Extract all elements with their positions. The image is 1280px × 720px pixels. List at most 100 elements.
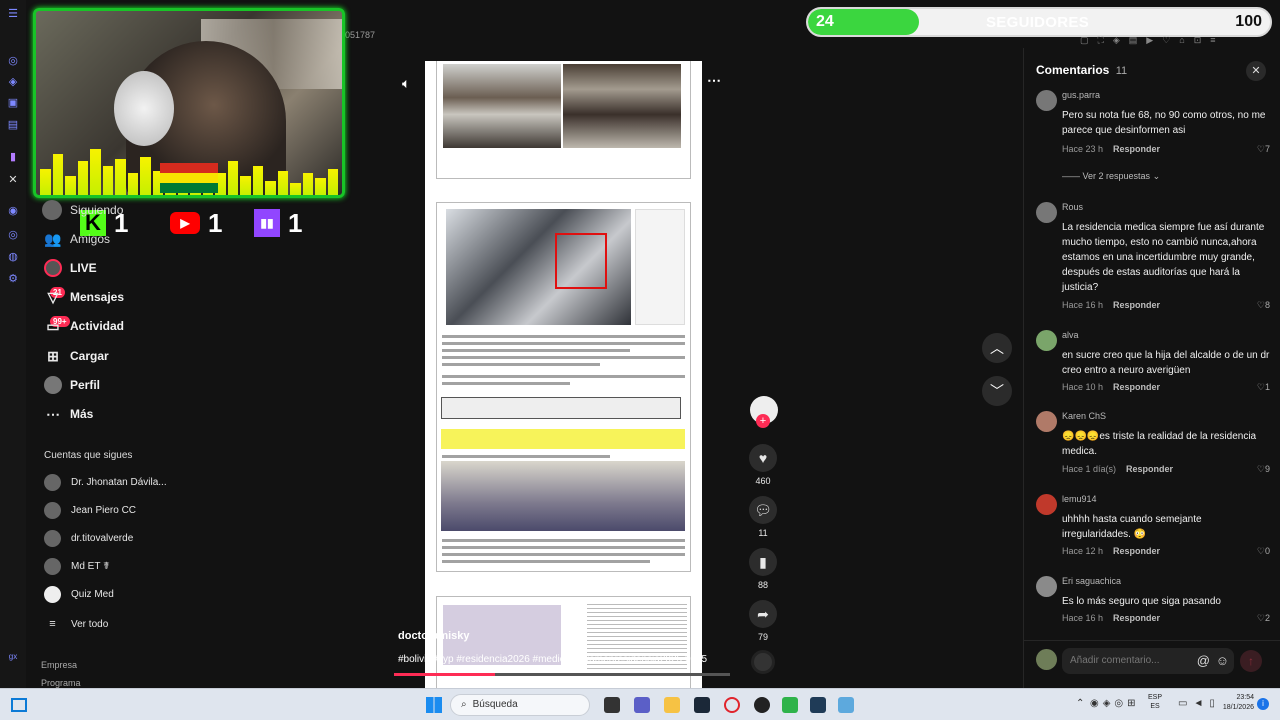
video-hashtags[interactable]: #bolivia #fyp #residencia2026 #medico #e… bbox=[398, 654, 728, 665]
reply-button[interactable]: Responder bbox=[1113, 300, 1160, 310]
comment-like[interactable]: ♡1 bbox=[1257, 382, 1270, 393]
send-comment-button[interactable]: ↑ bbox=[1240, 650, 1262, 672]
sidebar-app-icon[interactable]: ◈ bbox=[6, 75, 20, 89]
follow-plus-icon[interactable]: + bbox=[756, 414, 770, 428]
following-account[interactable]: dr.titovalverde bbox=[44, 528, 133, 548]
comment-user[interactable]: lemu914 bbox=[1062, 494, 1097, 504]
app-icon[interactable] bbox=[782, 697, 798, 713]
nav-following[interactable]: Siguiendo bbox=[42, 199, 123, 221]
previous-video-button[interactable]: ︿ bbox=[982, 333, 1012, 363]
reply-button[interactable]: Responder bbox=[1113, 144, 1160, 154]
task-view-icon[interactable] bbox=[604, 697, 620, 713]
comment-user[interactable]: gus.parra bbox=[1062, 90, 1100, 100]
comment-user[interactable]: Karen ChS bbox=[1062, 411, 1106, 421]
next-video-button[interactable]: ﹀ bbox=[982, 376, 1012, 406]
tray-chevron-icon[interactable]: ⌃ bbox=[1076, 698, 1084, 709]
footer-link[interactable]: Programa bbox=[41, 678, 81, 688]
nav-messages[interactable]: ▽ Mensajes bbox=[44, 286, 124, 308]
windows-start-icon[interactable] bbox=[426, 697, 442, 713]
reply-button[interactable]: Responder bbox=[1113, 613, 1160, 623]
mention-icon[interactable]: @ bbox=[1197, 653, 1210, 668]
app-icon[interactable] bbox=[810, 697, 826, 713]
following-account[interactable]: Jean Piero CC bbox=[44, 500, 136, 520]
video-author[interactable]: doctoramisky bbox=[398, 630, 470, 642]
menu-icon[interactable]: ☰ bbox=[6, 7, 20, 21]
comment-user[interactable]: Eri saguachica bbox=[1062, 576, 1121, 586]
comment-action[interactable]: 💬︎ 11 bbox=[748, 496, 778, 538]
sidebar-app-icon[interactable]: ◉ bbox=[6, 204, 20, 218]
sidebar-app-icon[interactable]: ▤ bbox=[6, 118, 20, 132]
following-account[interactable]: Dr. Jhonatan Dávila... bbox=[44, 472, 167, 492]
reply-button[interactable]: Responder bbox=[1113, 382, 1160, 392]
nav-upload[interactable]: ⊞ Cargar bbox=[44, 345, 109, 367]
emoji-icon[interactable]: ☺ bbox=[1216, 653, 1229, 668]
toolbar-icon[interactable]: ≡ bbox=[1210, 35, 1215, 45]
toolbar-icon[interactable]: ♡ bbox=[1162, 35, 1170, 45]
heart-icon[interactable]: ♥ bbox=[749, 444, 777, 472]
language-indicator[interactable]: ESP ES bbox=[1148, 693, 1162, 711]
video-player[interactable] bbox=[425, 61, 702, 688]
sidebar-app-icon[interactable]: ◎ bbox=[6, 228, 20, 242]
obs-icon[interactable] bbox=[754, 697, 770, 713]
toolbar-icon[interactable]: ▢ bbox=[1080, 35, 1089, 45]
share-action[interactable]: ➦ 79 bbox=[748, 600, 778, 642]
taskbar-search[interactable]: ⌕ Búsqueda bbox=[450, 694, 590, 716]
close-icon[interactable]: ✕ bbox=[1246, 61, 1266, 81]
nav-activity[interactable]: ▭ Actividad bbox=[44, 315, 124, 337]
toolbar-icon[interactable]: ⛶ bbox=[1098, 35, 1104, 45]
see-all-link[interactable]: ≡ Ver todo bbox=[44, 614, 108, 634]
avatar[interactable] bbox=[1036, 202, 1057, 223]
video-progress-track[interactable] bbox=[394, 673, 730, 676]
save-action[interactable]: ▮ 88 bbox=[748, 548, 778, 590]
notification-icon[interactable]: i bbox=[1257, 698, 1269, 710]
chat-app-icon[interactable] bbox=[634, 697, 650, 713]
avatar[interactable] bbox=[1036, 330, 1057, 351]
following-account[interactable]: Md ET ☤ bbox=[44, 556, 110, 576]
avatar[interactable] bbox=[1036, 411, 1057, 432]
nav-profile[interactable]: Perfil bbox=[44, 374, 100, 396]
like-action[interactable]: ♥ 460 bbox=[748, 444, 778, 486]
sidebar-app-icon[interactable]: ◍ bbox=[6, 250, 20, 264]
desktop-icon[interactable] bbox=[11, 698, 27, 712]
sidebar-app-icon[interactable]: ◎ bbox=[6, 54, 20, 68]
reply-button[interactable]: Responder bbox=[1126, 464, 1173, 474]
bookmark-icon[interactable]: ▮ bbox=[749, 548, 777, 576]
settings-icon[interactable]: ⚙ bbox=[6, 272, 20, 286]
comment-user[interactable]: Rous bbox=[1062, 202, 1083, 212]
avatar[interactable] bbox=[1036, 494, 1057, 515]
comment-like[interactable]: ♡8 bbox=[1257, 300, 1270, 311]
more-options-icon[interactable]: ⋯ bbox=[707, 72, 721, 89]
comment-like[interactable]: ♡9 bbox=[1257, 464, 1270, 475]
clock[interactable]: 23:54 18/1/2026 bbox=[1214, 693, 1254, 713]
toolbar-icon[interactable]: ⌂ bbox=[1179, 35, 1184, 45]
share-icon[interactable]: ➦ bbox=[749, 600, 777, 628]
opera-gx-icon[interactable] bbox=[724, 697, 740, 713]
avatar[interactable] bbox=[1036, 576, 1057, 597]
file-explorer-icon[interactable] bbox=[664, 697, 680, 713]
x-icon[interactable]: ✕ bbox=[6, 173, 20, 187]
sidebar-footer-icon[interactable]: gx bbox=[6, 650, 20, 664]
comment-like[interactable]: ♡7 bbox=[1257, 144, 1270, 155]
steam-icon[interactable] bbox=[694, 697, 710, 713]
nav-friends[interactable]: 👥 Amigos bbox=[44, 228, 110, 250]
nav-live[interactable]: LIVE bbox=[44, 257, 97, 279]
volume-icon[interactable]: 🔈︎ bbox=[402, 75, 410, 92]
following-account[interactable]: Quiz Med bbox=[44, 584, 114, 604]
view-replies-button[interactable]: —— Ver 2 respuestas ⌄ bbox=[1062, 171, 1160, 182]
comment-icon[interactable]: 💬︎ bbox=[749, 496, 777, 524]
toolbar-icon[interactable]: ◈ bbox=[1113, 35, 1120, 45]
footer-link[interactable]: Empresa bbox=[41, 660, 77, 670]
toolbar-icon[interactable]: ▤ bbox=[1129, 35, 1138, 45]
avatar[interactable] bbox=[1036, 90, 1057, 111]
tray-icons[interactable]: ◉◈◎⊞ bbox=[1090, 698, 1140, 709]
comment-like[interactable]: ♡2 bbox=[1257, 613, 1270, 624]
comment-user[interactable]: alva bbox=[1062, 330, 1079, 340]
sidebar-app-icon[interactable]: ▣ bbox=[6, 96, 20, 110]
toolbar-icon[interactable]: ⊡ bbox=[1194, 35, 1202, 45]
comment-like[interactable]: ♡0 bbox=[1257, 546, 1270, 557]
toolbar-icon[interactable]: ▶ bbox=[1146, 35, 1153, 45]
reply-button[interactable]: Responder bbox=[1113, 546, 1160, 556]
music-disc-icon[interactable] bbox=[751, 650, 775, 674]
comment-input[interactable]: Añadir comentario... @ ☺ bbox=[1062, 648, 1234, 674]
nav-more[interactable]: ⋯ Más bbox=[44, 403, 93, 425]
